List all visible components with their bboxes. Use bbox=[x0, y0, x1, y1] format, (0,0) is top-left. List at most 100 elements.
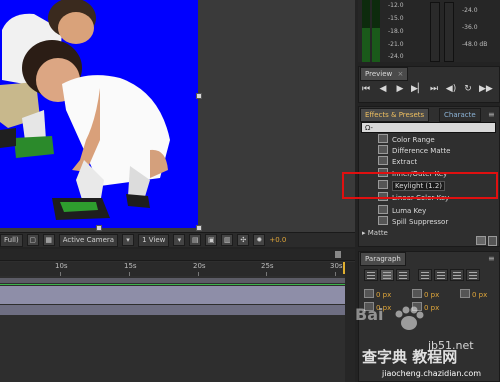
effect-icon bbox=[378, 216, 388, 225]
layer-handle-right[interactable] bbox=[196, 93, 202, 99]
meter-label: -48.0 dB bbox=[462, 41, 488, 48]
space-after-value: 0 px bbox=[424, 304, 440, 312]
ram-preview-icon[interactable]: ▶▶ bbox=[479, 83, 493, 95]
timeline-header bbox=[0, 249, 355, 261]
effect-label: Extract bbox=[392, 158, 418, 166]
audio-meter-right bbox=[372, 0, 380, 62]
composition-viewer[interactable] bbox=[0, 0, 355, 232]
ruler-label-20s: 20s bbox=[193, 262, 206, 270]
first-line-indent-field[interactable]: 0 px bbox=[460, 289, 487, 299]
timeline-panel[interactable]: 10s 15s 20s 25s 30s bbox=[0, 249, 355, 382]
camera-chevron-icon[interactable]: ▾ bbox=[122, 234, 135, 246]
preview-controls: ⏮ ◀ ▶ ▶▏ ⏭ ◀) ↻ ▶▶ bbox=[360, 82, 493, 96]
timeline-scrollbar[interactable] bbox=[345, 262, 355, 382]
ruler-tick bbox=[198, 272, 199, 276]
effect-label: Difference Matte bbox=[392, 147, 451, 155]
meter-label: -36.0 bbox=[462, 24, 478, 31]
tab-character[interactable]: Characte bbox=[439, 108, 481, 122]
work-area-bar[interactable] bbox=[0, 278, 345, 283]
category-matte[interactable]: ▸ Matte bbox=[362, 229, 388, 237]
audio-meter-left bbox=[362, 0, 370, 62]
meter-label: -12.0 bbox=[388, 2, 404, 9]
new-folder-icon[interactable] bbox=[476, 236, 486, 245]
ruler-tick bbox=[335, 272, 336, 276]
effect-icon bbox=[378, 145, 388, 154]
last-frame-icon[interactable]: ⏭ bbox=[428, 83, 440, 95]
panel-menu-icon[interactable]: ≡ bbox=[488, 254, 495, 263]
layer-duration-bar[interactable] bbox=[0, 286, 345, 304]
resolution-dropdown[interactable]: Full) bbox=[0, 233, 23, 247]
time-ruler[interactable]: 10s 15s 20s 25s 30s bbox=[0, 262, 345, 276]
exposure-value[interactable]: +0.0 bbox=[269, 236, 286, 244]
indent-right-field[interactable]: 0 px bbox=[412, 289, 439, 299]
view-layout-dropdown[interactable]: 1 View bbox=[138, 233, 170, 247]
loop-icon[interactable]: ↻ bbox=[462, 83, 474, 95]
first-frame-icon[interactable]: ⏮ bbox=[360, 83, 372, 95]
meter-label: -24.0 bbox=[462, 7, 478, 14]
indent-left-field[interactable]: 0 px bbox=[364, 289, 391, 299]
align-center-button[interactable] bbox=[380, 269, 394, 281]
effect-label: Luma Key bbox=[392, 207, 427, 215]
effect-item[interactable]: Color Range bbox=[378, 134, 435, 145]
timeline-icon[interactable]: ▥ bbox=[221, 234, 234, 246]
indent-left-value: 0 px bbox=[376, 291, 392, 299]
layer-handle-bottom-right[interactable] bbox=[196, 225, 202, 231]
ruler-label-30s: 30s bbox=[330, 262, 343, 270]
effect-icon bbox=[378, 156, 388, 165]
trash-icon[interactable] bbox=[488, 236, 497, 246]
tab-preview[interactable]: Preview × bbox=[360, 67, 409, 81]
region-of-interest-icon[interactable]: ▢ bbox=[26, 234, 39, 246]
exposure-reset-icon[interactable]: ✹ bbox=[253, 234, 266, 246]
fast-preview-icon[interactable]: ▣ bbox=[205, 234, 218, 246]
transparency-grid-icon[interactable]: ▦ bbox=[42, 234, 55, 246]
play-icon[interactable]: ▶ bbox=[394, 83, 406, 95]
previous-frame-icon[interactable]: ◀ bbox=[377, 83, 389, 95]
chazidian-watermark: 查字典 教程网 bbox=[362, 348, 458, 366]
url-watermark: jiaocheng.chazidian.com bbox=[382, 369, 482, 378]
effects-search-input[interactable]: Ω- bbox=[361, 122, 496, 133]
indent-right-icon bbox=[412, 289, 422, 298]
indent-left-icon bbox=[364, 289, 374, 298]
keyed-footage-children bbox=[0, 0, 170, 220]
effect-label: Spill Suppressor bbox=[392, 218, 449, 226]
volume-slider[interactable] bbox=[430, 2, 440, 62]
align-left-button[interactable] bbox=[364, 269, 378, 281]
meter-label: -21.0 bbox=[388, 41, 404, 48]
tab-paragraph[interactable]: Paragraph bbox=[360, 252, 406, 266]
panel-menu-icon[interactable]: ≡ bbox=[488, 110, 495, 119]
highlight-annotation-box bbox=[342, 172, 498, 199]
volume-slider[interactable] bbox=[444, 2, 454, 62]
tab-preview-label: Preview bbox=[365, 70, 393, 78]
audio-icon[interactable]: ◀) bbox=[445, 83, 457, 95]
camera-dropdown[interactable]: Active Camera bbox=[58, 233, 119, 247]
panel-menu-icon[interactable] bbox=[335, 251, 341, 258]
align-right-button[interactable] bbox=[396, 269, 410, 281]
justify-all-button[interactable] bbox=[466, 269, 480, 281]
composition-canvas[interactable] bbox=[0, 0, 198, 228]
ruler-label-15s: 15s bbox=[124, 262, 137, 270]
ruler-tick bbox=[129, 272, 130, 276]
audio-meters-panel: -12.0 -15.0 -18.0 -21.0 -24.0 -24.0 -36.… bbox=[358, 0, 500, 62]
justify-right-button[interactable] bbox=[450, 269, 464, 281]
layer-duration-bar-secondary[interactable] bbox=[0, 305, 345, 315]
layout-chevron-icon[interactable]: ▾ bbox=[173, 234, 186, 246]
tab-effects-presets[interactable]: Effects & Presets bbox=[360, 108, 430, 122]
effect-label: Color Range bbox=[392, 136, 435, 144]
close-icon[interactable]: × bbox=[397, 70, 403, 78]
flowchart-icon[interactable]: ✣ bbox=[237, 234, 250, 246]
indent-right-value: 0 px bbox=[424, 291, 440, 299]
effect-item[interactable]: Spill Suppressor bbox=[378, 216, 448, 227]
ruler-tick bbox=[60, 272, 61, 276]
render-cache-line bbox=[0, 284, 345, 285]
paw-logo-icon bbox=[395, 306, 424, 330]
justify-left-button[interactable] bbox=[418, 269, 432, 281]
effect-item[interactable]: Extract bbox=[378, 156, 417, 167]
effect-item[interactable]: Difference Matte bbox=[378, 145, 450, 156]
layer-handle-bottom[interactable] bbox=[96, 225, 102, 231]
effect-icon bbox=[378, 205, 388, 214]
justify-center-button[interactable] bbox=[434, 269, 448, 281]
meter-label: -15.0 bbox=[388, 15, 404, 22]
effect-item[interactable]: Luma Key bbox=[378, 205, 426, 216]
toggle-pixel-aspect-icon[interactable]: ▤ bbox=[189, 234, 202, 246]
next-frame-icon[interactable]: ▶▏ bbox=[411, 83, 425, 95]
